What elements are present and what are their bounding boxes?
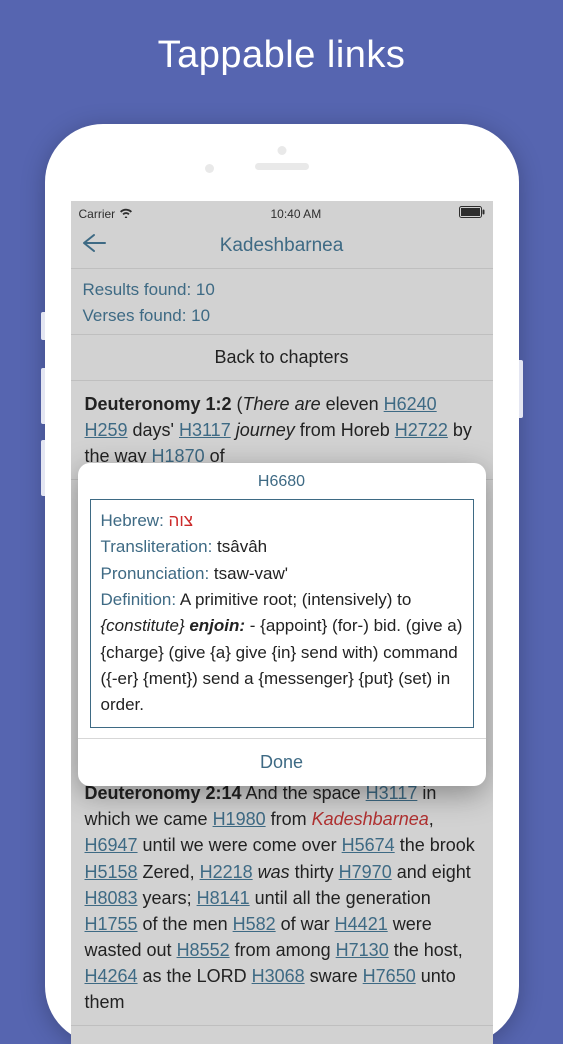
translit-value: tsâvâh	[212, 537, 267, 556]
def-label: Definition:	[101, 590, 177, 609]
added-word: There are	[243, 394, 321, 414]
verse-block: Deuteronomy 2:14 And the space H3117 in …	[71, 770, 493, 1026]
wifi-icon	[119, 207, 133, 221]
strong-link[interactable]: H7970	[339, 862, 392, 882]
results-count: Results found: 10	[83, 277, 481, 303]
mute-switch	[41, 312, 45, 340]
status-bar: Carrier 10:40 AM	[71, 201, 493, 223]
strong-link[interactable]: H7130	[336, 940, 389, 960]
done-button[interactable]: Done	[78, 738, 486, 786]
search-term-highlight: Kadeshbarnea	[312, 809, 429, 829]
strong-link[interactable]: H8552	[177, 940, 230, 960]
strong-link[interactable]: H2218	[200, 862, 253, 882]
verse-reference: Deuteronomy 1:2	[85, 394, 232, 414]
clock: 10:40 AM	[270, 207, 321, 221]
strong-link[interactable]: H1980	[213, 809, 266, 829]
strong-link[interactable]: H3117	[179, 420, 231, 440]
phone-frame: Carrier 10:40 AM Kadeshbarnea Results fo…	[45, 124, 519, 1044]
strong-link[interactable]: H4421	[335, 914, 388, 934]
popup-body: Hebrew: צוה Transliteration: tsâvâh Pron…	[90, 499, 474, 728]
speaker	[255, 163, 309, 170]
power-button	[519, 360, 523, 418]
pron-value: tsaw-vaw'	[209, 564, 288, 583]
volume-up	[41, 368, 45, 424]
strong-link[interactable]: H5674	[342, 835, 395, 855]
results-summary: Results found: 10 Verses found: 10	[71, 269, 493, 335]
screen: Carrier 10:40 AM Kadeshbarnea Results fo…	[71, 201, 493, 1044]
pron-label: Pronunciation:	[101, 564, 210, 583]
translit-label: Transliteration:	[101, 537, 213, 556]
sensor	[277, 146, 286, 155]
strong-link[interactable]: H8141	[197, 888, 250, 908]
strong-link[interactable]: H3117	[366, 783, 418, 803]
strong-link[interactable]: H582	[233, 914, 276, 934]
strong-link[interactable]: H3068	[252, 966, 305, 986]
def-italic: {constitute}	[101, 616, 185, 635]
front-camera	[205, 164, 214, 173]
strong-link[interactable]: H259	[85, 420, 128, 440]
nav-title: Kadeshbarnea	[71, 235, 493, 257]
strong-link[interactable]: H5158	[85, 862, 138, 882]
strong-link[interactable]: H4264	[85, 966, 138, 986]
promo-headline: Tappable links	[0, 0, 563, 77]
strong-link[interactable]: H8083	[85, 888, 138, 908]
nav-bar: Kadeshbarnea	[71, 223, 493, 269]
added-word: journey	[231, 420, 295, 440]
strong-link[interactable]: H7650	[363, 966, 416, 986]
hebrew-word: צוה	[169, 511, 193, 530]
strong-link[interactable]: H6240	[384, 394, 437, 414]
hebrew-label: Hebrew:	[101, 511, 164, 530]
def-text: A primitive root; (intensively) to	[176, 590, 411, 609]
back-to-chapters[interactable]: Back to chapters	[71, 335, 493, 381]
added-word: was	[253, 862, 290, 882]
strong-link[interactable]: H1755	[85, 914, 138, 934]
strongs-popup: H6680 Hebrew: צוה Transliteration: tsâvâ…	[78, 463, 486, 786]
carrier-label: Carrier	[79, 207, 116, 221]
strong-link[interactable]: H6947	[85, 835, 138, 855]
strong-link[interactable]: H2722	[395, 420, 448, 440]
def-bold: enjoin:	[185, 616, 245, 635]
volume-down	[41, 440, 45, 496]
verse-reference: Deuteronomy 2:14	[85, 783, 242, 803]
popup-title: H6680	[78, 463, 486, 497]
battery-icon	[459, 206, 485, 221]
verses-count: Verses found: 10	[83, 303, 481, 329]
